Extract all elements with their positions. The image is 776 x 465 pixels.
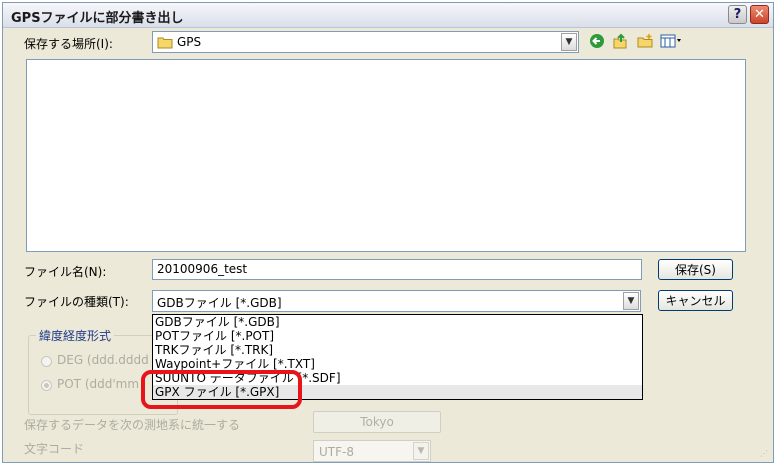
back-icon[interactable] xyxy=(588,32,606,50)
datum-label: 保存するデータを次の測地系に統一する xyxy=(24,418,241,432)
tokyo-button[interactable]: Tokyo xyxy=(313,411,441,433)
chevron-down-icon[interactable]: ▼ xyxy=(413,442,429,460)
annotation-highlight xyxy=(141,370,302,409)
pot-label: POT (ddd'mm xyxy=(57,377,140,391)
deg-radio[interactable] xyxy=(41,356,52,367)
dialog-title: GPSファイルに部分書き出し xyxy=(11,11,184,26)
save-in-combo[interactable]: GPS ▼ xyxy=(152,31,579,53)
resize-grip-icon[interactable]: ⋰ xyxy=(760,449,770,459)
save-button[interactable]: 保存(S) xyxy=(658,259,733,280)
file-list[interactable] xyxy=(26,59,746,252)
filetype-select[interactable]: GDBファイル [*.GDB] ▼ xyxy=(152,290,641,312)
encoding-value: UTF-8 xyxy=(319,445,354,459)
filename-input[interactable]: 20100906_test xyxy=(152,259,642,280)
filename-value: 20100906_test xyxy=(157,262,248,276)
filetype-value: GDBファイル [*.GDB] xyxy=(157,296,282,310)
encoding-label: 文字コード xyxy=(24,442,85,456)
pot-radio[interactable] xyxy=(41,380,52,391)
filetype-option[interactable]: POTファイル [*.POT] xyxy=(153,329,642,343)
up-folder-icon[interactable] xyxy=(611,32,629,50)
save-dialog: GPSファイルに部分書き出し ? ✕ 保存する場所(I): GPS ▼ ファイル… xyxy=(2,2,774,463)
filetype-option[interactable]: GDBファイル [*.GDB] xyxy=(153,315,642,329)
filetype-option[interactable]: Waypoint+ファイル [*.TXT] xyxy=(153,357,642,371)
view-menu-icon[interactable] xyxy=(660,32,682,50)
new-folder-icon[interactable] xyxy=(636,32,654,50)
coord-format-title: 緯度経度形式 xyxy=(36,327,115,344)
chevron-down-icon[interactable]: ▼ xyxy=(561,33,577,51)
save-in-value: GPS xyxy=(177,35,202,49)
help-button[interactable]: ? xyxy=(728,5,747,24)
chevron-down-icon[interactable]: ▼ xyxy=(623,292,639,310)
folder-icon xyxy=(156,33,174,51)
cancel-button[interactable]: キャンセル xyxy=(658,290,733,311)
close-button[interactable]: ✕ xyxy=(750,5,769,24)
filetype-label: ファイルの種類(T): xyxy=(24,295,129,309)
save-in-label: 保存する場所(I): xyxy=(24,37,113,51)
encoding-select[interactable]: UTF-8 ▼ xyxy=(313,440,431,462)
filename-label: ファイル名(N): xyxy=(24,265,107,279)
title-bar: GPSファイルに部分書き出し ? ✕ xyxy=(3,3,773,28)
filetype-option[interactable]: TRKファイル [*.TRK] xyxy=(153,343,642,357)
deg-label: DEG (ddd.dddd xyxy=(57,353,149,367)
